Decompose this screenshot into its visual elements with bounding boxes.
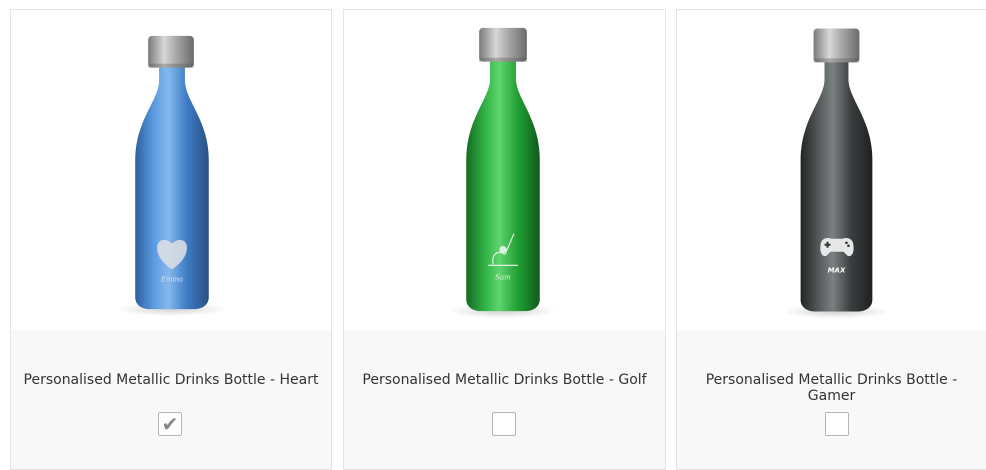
product-image-heart[interactable]: Emma (11, 10, 331, 330)
bottle-gamer-image: MAX (781, 28, 892, 319)
product-card-golf[interactable]: Sam Personalised Metallic Drinks Bottle … (343, 9, 666, 470)
engraving-golf: Sam (495, 273, 511, 281)
product-title-heart[interactable]: Personalised Metallic Drinks Bottle - He… (11, 372, 331, 388)
engraving-heart: Emma (160, 275, 183, 283)
product-title-golf[interactable]: Personalised Metallic Drinks Bottle - Go… (344, 372, 665, 388)
product-grid: Emma Personalised Metallic Drinks Bottle… (0, 0, 986, 470)
select-checkbox-heart[interactable]: ✔ (158, 412, 182, 436)
engraving-gamer: MAX (828, 267, 846, 275)
bottle-heart-image: Emma (117, 35, 227, 317)
product-image-golf[interactable]: Sam (344, 10, 665, 330)
select-checkbox-golf[interactable] (492, 412, 516, 436)
checkmark-icon: ✔ (161, 412, 179, 436)
select-checkbox-gamer[interactable] (825, 412, 849, 436)
bottle-golf-image: Sam (448, 27, 558, 319)
product-card-gamer[interactable]: MAX Personalised Metallic Drinks Bottle … (676, 9, 986, 470)
product-title-gamer[interactable]: Personalised Metallic Drinks Bottle - Ga… (677, 372, 986, 404)
product-image-gamer[interactable]: MAX (677, 10, 986, 330)
product-card-heart[interactable]: Emma Personalised Metallic Drinks Bottle… (10, 9, 332, 470)
